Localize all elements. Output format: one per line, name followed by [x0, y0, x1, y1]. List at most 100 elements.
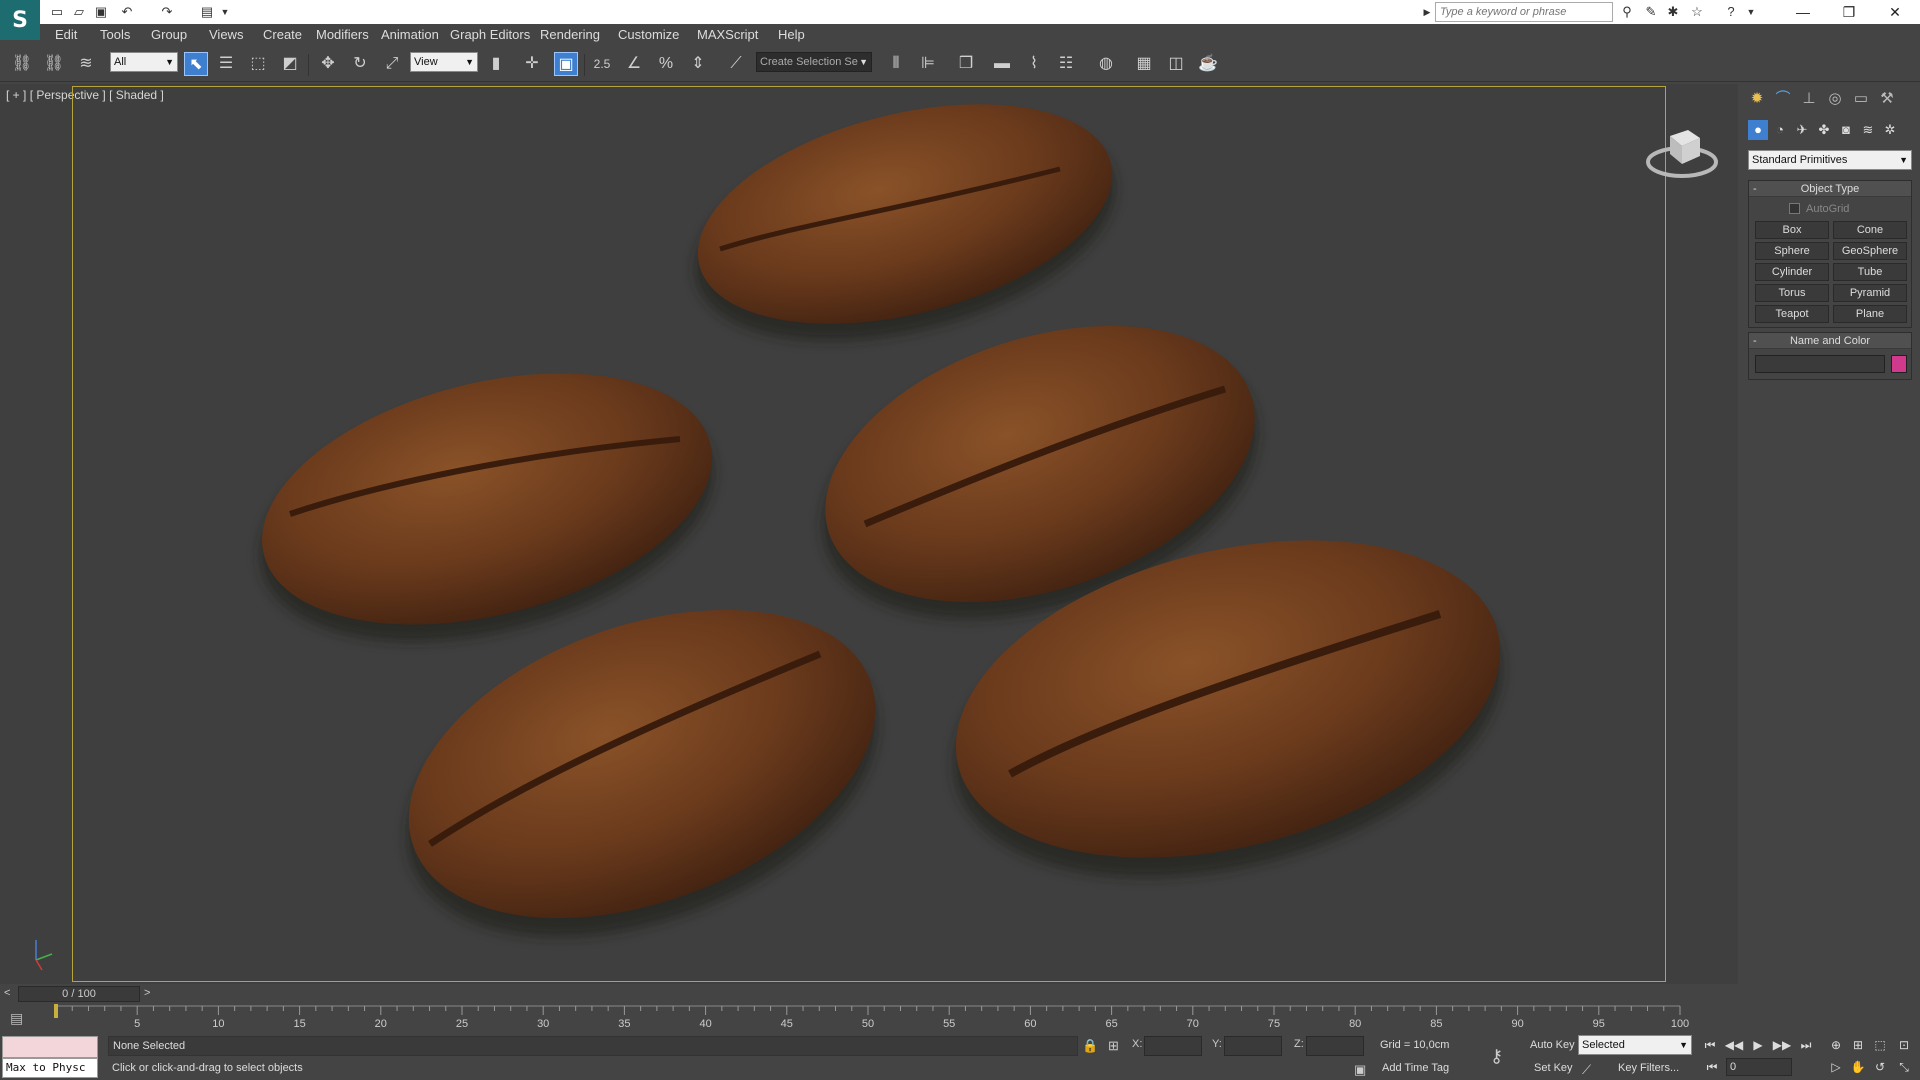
object-color-swatch[interactable] — [1891, 355, 1907, 373]
spinner-snap-icon[interactable]: ⇕ — [686, 52, 710, 76]
close-button[interactable]: ✕ — [1872, 0, 1918, 24]
zoom-icon[interactable]: ⊕ — [1826, 1035, 1846, 1055]
teapot-button[interactable]: Teapot — [1755, 305, 1829, 323]
new-file-icon[interactable]: ▭ — [48, 3, 66, 21]
menu-customize[interactable]: Customize — [618, 27, 679, 42]
sphere-button[interactable]: Sphere — [1755, 242, 1829, 260]
select-and-link-icon[interactable]: ⛓ — [10, 52, 34, 76]
expand-search-icon[interactable]: ▶ — [1418, 3, 1436, 21]
zoom-all-icon[interactable]: ⊞ — [1848, 1035, 1868, 1055]
current-frame-field[interactable]: 0 — [1726, 1058, 1792, 1076]
add-time-tag-button[interactable]: Add Time Tag — [1382, 1062, 1449, 1074]
time-slider-thumb[interactable]: 0 / 100 — [18, 986, 140, 1002]
percent-snap-icon[interactable]: % — [654, 52, 678, 76]
subscription-icon[interactable]: ✎ — [1642, 3, 1660, 21]
helpers-category-icon[interactable]: ◙ — [1836, 120, 1856, 140]
pyramid-button[interactable]: Pyramid — [1833, 284, 1907, 302]
previous-frame-icon[interactable]: ◀◀ — [1724, 1035, 1744, 1055]
time-slider-prev[interactable]: < — [4, 987, 10, 999]
x-coordinate-field[interactable] — [1144, 1036, 1202, 1056]
menu-animation[interactable]: Animation — [381, 27, 439, 42]
utilities-tab-icon[interactable]: ⚒ — [1876, 88, 1898, 110]
reference-coordinate-dropdown[interactable]: View ▼ — [410, 52, 478, 72]
help-dropdown-icon[interactable]: ▼ — [1742, 3, 1760, 21]
keyboard-shortcut-override-icon[interactable]: ▣ — [554, 52, 578, 76]
maxscript-listener-input[interactable]: Max to Physc — [2, 1058, 98, 1078]
maxscript-listener-output[interactable] — [2, 1036, 98, 1058]
geometry-category-icon[interactable]: ● — [1748, 120, 1768, 140]
track-bar[interactable]: ▤ 5 10 15 20 25 30 35 40 45 50 55 60 65 70 75 80 85 90 95 1… — [0, 1004, 1738, 1034]
systems-category-icon[interactable]: ✲ — [1880, 120, 1900, 140]
auto-key-button[interactable]: Auto Key — [1530, 1039, 1575, 1051]
search-box[interactable] — [1435, 2, 1613, 22]
maximize-viewport-icon[interactable]: ⤡ — [1894, 1057, 1914, 1077]
unlink-selection-icon[interactable]: ⛓ — [42, 52, 66, 76]
space-warps-category-icon[interactable]: ≋ — [1858, 120, 1878, 140]
go-to-start-icon[interactable]: ⏮ — [1700, 1035, 1720, 1055]
selection-lock-icon[interactable]: 🔒 — [1082, 1038, 1098, 1054]
binoculars-icon[interactable]: ⚲ — [1618, 3, 1636, 21]
menu-rendering[interactable]: Rendering — [540, 27, 600, 42]
perspective-viewport[interactable]: [ + ] [ Perspective ] [ Shaded ] — [0, 84, 1738, 984]
zoom-extents-icon[interactable]: ⬚ — [1870, 1035, 1890, 1055]
lights-category-icon[interactable]: ✈ — [1792, 120, 1812, 140]
manage-layers-icon[interactable]: ❒ — [954, 52, 978, 76]
display-tab-icon[interactable]: ▭ — [1850, 88, 1872, 110]
select-by-name-icon[interactable]: ☰ — [214, 52, 238, 76]
toggle-ribbon-icon[interactable]: ▬ — [990, 52, 1014, 76]
time-slider-next[interactable]: > — [144, 987, 150, 999]
menu-graph-editors[interactable]: Graph Editors — [450, 27, 530, 42]
open-file-icon[interactable]: ▱ — [70, 3, 88, 21]
save-icon[interactable]: ▣ — [92, 3, 110, 21]
select-object-icon[interactable]: ⬉ — [184, 52, 208, 76]
mirror-icon[interactable]: ⫴ — [884, 52, 908, 76]
set-key-button[interactable]: Set Key — [1534, 1062, 1573, 1074]
key-selection-set-dropdown[interactable]: Selected ▼ — [1578, 1035, 1692, 1055]
key-mode-toggle-icon[interactable]: ⏮ — [1702, 1057, 1722, 1077]
menu-create[interactable]: Create — [263, 27, 302, 42]
cylinder-button[interactable]: Cylinder — [1755, 263, 1829, 281]
project-folder-icon[interactable]: ▤ — [198, 3, 216, 21]
time-slider[interactable]: < 0 / 100 > — [0, 984, 1738, 1004]
communication-center-icon[interactable]: ✱ — [1664, 3, 1682, 21]
help-icon[interactable]: ? — [1722, 3, 1740, 21]
named-selection-set-dropdown[interactable]: Create Selection Se ▼ — [756, 52, 872, 72]
restore-button[interactable]: ❐ — [1826, 0, 1872, 24]
search-input[interactable] — [1436, 3, 1612, 21]
menu-maxscript[interactable]: MAXScript — [697, 27, 758, 42]
bind-to-space-warp-icon[interactable]: ≋ — [74, 52, 98, 76]
align-icon[interactable]: ⊫ — [916, 52, 940, 76]
pan-view-icon[interactable]: ✋ — [1848, 1057, 1868, 1077]
hierarchy-tab-icon[interactable]: ⊥ — [1798, 88, 1820, 110]
selection-filter-dropdown[interactable]: All ▼ — [110, 52, 178, 72]
edit-named-selection-icon[interactable]: ⟋ — [724, 52, 748, 76]
box-button[interactable]: Box — [1755, 221, 1829, 239]
shapes-category-icon[interactable]: ◔ — [1770, 120, 1790, 140]
render-production-icon[interactable]: ☕ — [1196, 52, 1220, 76]
viewcube[interactable] — [1642, 114, 1722, 184]
snaps-toggle-icon[interactable]: 2.5 — [590, 52, 614, 76]
name-and-color-rollout-header[interactable]: - Name and Color — [1749, 333, 1911, 349]
modify-tab-icon[interactable]: ⌒ — [1772, 88, 1794, 110]
rectangular-selection-icon[interactable]: ⬚ — [246, 52, 270, 76]
menu-views[interactable]: Views — [209, 27, 243, 42]
select-and-move-icon[interactable]: ✥ — [316, 52, 340, 76]
select-and-scale-icon[interactable]: ⤢ — [380, 52, 404, 76]
autogrid-checkbox[interactable]: AutoGrid — [1789, 203, 1849, 215]
redo-icon[interactable]: ↷ — [158, 3, 176, 21]
render-setup-icon[interactable]: ▦ — [1132, 52, 1156, 76]
menu-group[interactable]: Group — [151, 27, 187, 42]
select-and-manipulate-icon[interactable]: ✛ — [520, 52, 544, 76]
orbit-icon[interactable]: ↺ — [1870, 1057, 1890, 1077]
menu-edit[interactable]: Edit — [55, 27, 77, 42]
motion-tab-icon[interactable]: ◎ — [1824, 88, 1846, 110]
go-to-end-icon[interactable]: ⏭ — [1796, 1035, 1816, 1055]
quick-access-dropdown-icon[interactable]: ▼ — [216, 3, 234, 21]
curve-editor-icon[interactable]: ⌇ — [1022, 52, 1046, 76]
rendered-frame-window-icon[interactable]: ◫ — [1164, 52, 1188, 76]
material-editor-icon[interactable]: ◍ — [1094, 52, 1118, 76]
menu-help[interactable]: Help — [778, 27, 805, 42]
default-in-out-tangents-icon[interactable]: ⟋ — [1582, 1062, 1591, 1078]
menu-tools[interactable]: Tools — [100, 27, 130, 42]
undo-icon[interactable]: ↶ — [118, 3, 136, 21]
